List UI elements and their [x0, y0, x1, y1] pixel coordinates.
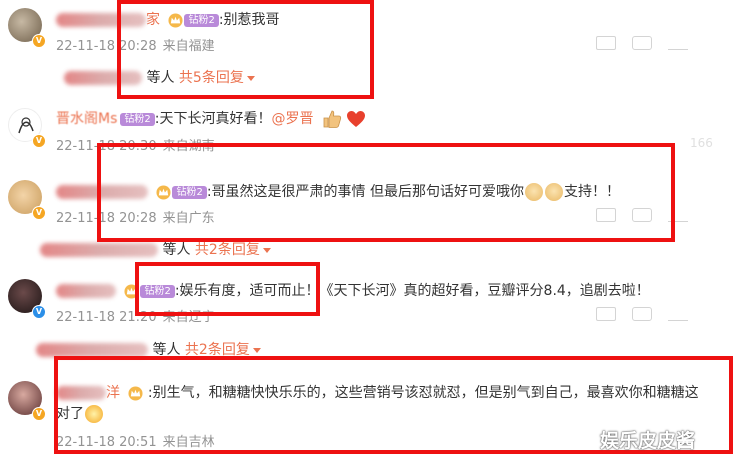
comment-icon[interactable] [632, 307, 652, 321]
crown-icon [124, 283, 139, 299]
reply-user-blurred [40, 243, 158, 257]
reply-count-link[interactable]: 共2条回复 [195, 242, 260, 258]
comment-meta: 22-11-18 21:20 来自辽宁 [56, 306, 221, 325]
comment-text-continued: 对了 [56, 406, 84, 422]
comment-header: 钻粉2:哥虽然这是很严肃的事情 但最后那句话好可爱哦你 支持！！ [56, 181, 620, 201]
verified-badge-icon: V [32, 34, 46, 48]
location: 来自广东 [162, 211, 215, 226]
chevron-down-icon [262, 247, 271, 253]
like-icon[interactable] [668, 36, 688, 50]
verified-badge-icon: V [32, 206, 46, 220]
comment-meta: 22-11-18 20:30 来自湖南 [56, 135, 221, 154]
verified-badge-icon: V [32, 305, 46, 319]
username-blurred[interactable] [56, 13, 146, 27]
comment-header: 家 钻粉2:别惹我哥 [56, 9, 280, 29]
comment-icon[interactable] [632, 36, 652, 50]
share-icon[interactable] [596, 307, 616, 321]
reply-suffix: 等人 [152, 342, 181, 358]
location: 来自湖南 [162, 139, 215, 154]
fan-level-badge: 钻粉2 [172, 185, 207, 199]
crown-icon [128, 385, 143, 401]
share-icon[interactable] [596, 208, 616, 222]
comment-actions [596, 307, 704, 325]
location: 来自福建 [162, 39, 215, 54]
comment-text: :娱乐有度，适可而止！《天下长河》真的超好看，豆瓣评分8.4，追剧去啦！ [174, 283, 650, 299]
location: 来自辽宁 [162, 310, 215, 325]
comment-text: :别生气，和糖糖快快乐乐的，这些营销号该怼就怼，但是别气到自己，最喜欢你和糖糖这 [147, 385, 699, 401]
timestamp: 22-11-18 21:20 [56, 310, 157, 325]
thumbs-up-icon [323, 110, 342, 128]
reply-count-link[interactable]: 共5条回复 [179, 70, 244, 86]
doge-emoji-icon [525, 183, 543, 201]
chevron-down-icon [252, 347, 261, 353]
comment-text-tail: 支持！！ [564, 184, 620, 200]
comment-actions [596, 36, 704, 54]
timestamp: 22-11-18 20:30 [56, 139, 157, 154]
reply-suffix: 等人 [162, 242, 191, 258]
comment-text: :别惹我哥 [218, 12, 280, 28]
reply-summary[interactable]: 等人 共2条回复 [40, 239, 271, 259]
reply-summary[interactable]: 等人 共5条回复 [64, 67, 255, 87]
username[interactable]: 家 [146, 12, 160, 28]
comment-text-line2: 对了 [56, 403, 104, 423]
like-count: 166 [690, 136, 713, 150]
comment-actions [596, 208, 704, 226]
share-icon[interactable] [596, 36, 616, 50]
comment-meta: 22-11-18 20:51 来自吉林 [56, 431, 221, 450]
comment-header: 钻粉2:娱乐有度，适可而止！《天下长河》真的超好看，豆瓣评分8.4，追剧去啦！ [56, 280, 650, 300]
comment-icon[interactable] [632, 208, 652, 222]
comment-meta: 22-11-18 20:28 来自福建 [56, 35, 221, 54]
crown-icon [156, 184, 171, 200]
reply-summary[interactable]: 等人 共2条回复 [36, 339, 261, 359]
comment-text: :天下长河真好看！ [154, 111, 272, 127]
mention-link[interactable]: @罗晋 [271, 111, 313, 127]
verified-badge-icon: V [32, 407, 46, 421]
comment-text: :哥虽然这是很严肃的事情 但最后那句话好可爱哦你 [206, 184, 524, 200]
watermark: 娱乐皮皮酱 [600, 430, 696, 452]
reply-user-blurred [64, 71, 142, 85]
timestamp: 22-11-18 20:28 [56, 211, 157, 226]
username[interactable]: 洋 [106, 385, 120, 401]
comment-meta: 22-11-18 20:28 来自广东 [56, 207, 221, 226]
fan-level-badge: 钻粉2 [140, 284, 175, 298]
like-icon[interactable] [668, 208, 688, 222]
fan-level-badge: 钻粉2 [120, 112, 155, 126]
comment-header: 晋水阁Ms 钻粉2:天下长河真好看！@罗晋 [56, 108, 366, 128]
like-icon[interactable] [668, 307, 688, 321]
username-blurred[interactable] [56, 386, 106, 400]
timestamp: 22-11-18 20:28 [56, 39, 157, 54]
username-blurred[interactable] [56, 284, 116, 298]
fan-level-badge: 钻粉2 [184, 13, 219, 27]
reply-suffix: 等人 [146, 70, 175, 86]
doge-emoji-icon [545, 183, 563, 201]
username[interactable]: 晋水阁Ms [56, 111, 117, 127]
verified-badge-icon: V [32, 134, 46, 148]
comment-header: 洋 :别生气，和糖糖快快乐乐的，这些营销号该怼就怼，但是别气到自己，最喜欢你和糖… [56, 382, 699, 402]
timestamp: 22-11-18 20:51 [56, 435, 157, 450]
reply-count-link[interactable]: 共2条回复 [185, 342, 250, 358]
reply-user-blurred [36, 343, 148, 357]
username-blurred[interactable] [56, 185, 148, 199]
chevron-down-icon [246, 75, 255, 81]
surprised-emoji-icon [85, 405, 103, 423]
crown-icon [168, 12, 183, 28]
location: 来自吉林 [162, 435, 215, 450]
heart-icon [347, 111, 366, 127]
